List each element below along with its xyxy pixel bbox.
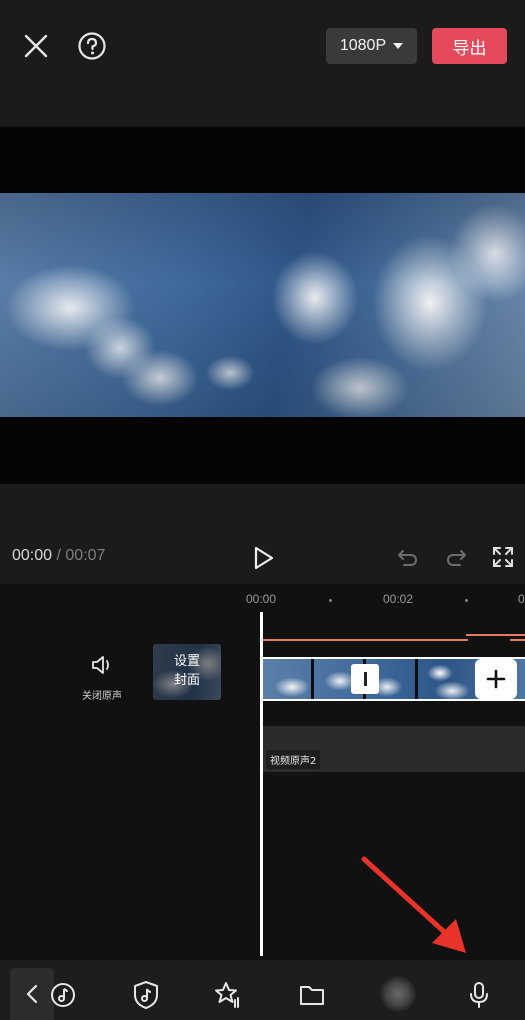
ruler-mark: 00:02	[383, 592, 414, 606]
close-button[interactable]	[18, 28, 54, 64]
clip-trim-handle[interactable]	[351, 664, 379, 694]
plus-icon	[486, 669, 506, 689]
bottom-toolbar	[0, 960, 525, 1020]
microphone-icon	[470, 982, 488, 1008]
redo-icon	[446, 550, 466, 566]
video-preview[interactable]	[0, 127, 525, 484]
resolution-label: 1080P	[339, 37, 387, 54]
annotation-arrow	[361, 856, 466, 953]
help-icon	[78, 32, 106, 60]
track-indicator-line	[466, 634, 525, 636]
tiktok-shield-icon	[134, 981, 158, 1009]
cover-label-line2: 封面	[173, 673, 200, 688]
audio-tool-button[interactable]	[48, 980, 78, 1010]
playback-controls: 00:00 / 00:07	[0, 530, 525, 584]
resolution-dropdown[interactable]: 1080P	[326, 28, 417, 64]
mute-original-audio-button[interactable]: 关闭原声	[76, 654, 128, 702]
audio-clip-label: 视频原声2	[266, 750, 321, 769]
effects-tool-button[interactable]	[213, 980, 243, 1010]
ruler-dot	[329, 599, 332, 602]
blurred-icon[interactable]	[380, 976, 416, 1012]
track-indicator-line	[510, 639, 525, 641]
undo-button[interactable]	[396, 545, 420, 569]
video-frame	[0, 193, 525, 417]
back-icon	[26, 984, 38, 1004]
current-time: 00:00	[12, 547, 53, 564]
export-button[interactable]: 导出	[432, 28, 507, 64]
track-indicator-line	[262, 639, 468, 641]
ruler-mark: 0	[518, 592, 525, 606]
caret-down-icon	[393, 43, 404, 49]
fullscreen-icon	[493, 547, 513, 567]
ruler-dot	[465, 599, 468, 602]
speaker-icon	[92, 656, 109, 674]
time-separator: /	[56, 547, 61, 564]
redo-button[interactable]	[444, 545, 468, 569]
play-button[interactable]	[251, 544, 277, 572]
top-bar: 1080P 导出	[0, 0, 525, 100]
folder-icon	[300, 986, 324, 1005]
tiktok-tool-button[interactable]	[131, 980, 161, 1010]
media-tool-button[interactable]	[297, 980, 327, 1010]
cover-label-line1: 设置	[173, 654, 200, 669]
total-time: 00:07	[65, 547, 106, 564]
fullscreen-button[interactable]	[491, 545, 515, 569]
add-clip-button[interactable]	[475, 659, 517, 699]
ruler-mark: 00:00	[246, 592, 277, 606]
help-button[interactable]	[74, 28, 110, 64]
set-cover-button[interactable]: 设置 封面	[153, 644, 221, 700]
playhead[interactable]	[260, 612, 263, 956]
audio-track[interactable]: 视频原声2	[262, 726, 525, 772]
mute-label: 关闭原声	[82, 691, 122, 702]
voiceover-button[interactable]	[464, 980, 494, 1010]
star-effects-icon	[215, 982, 239, 1008]
close-icon	[24, 34, 48, 58]
play-icon	[254, 546, 274, 570]
time-display: 00:00 / 00:07	[12, 547, 105, 565]
undo-icon	[398, 550, 418, 566]
music-icon	[51, 983, 75, 1007]
